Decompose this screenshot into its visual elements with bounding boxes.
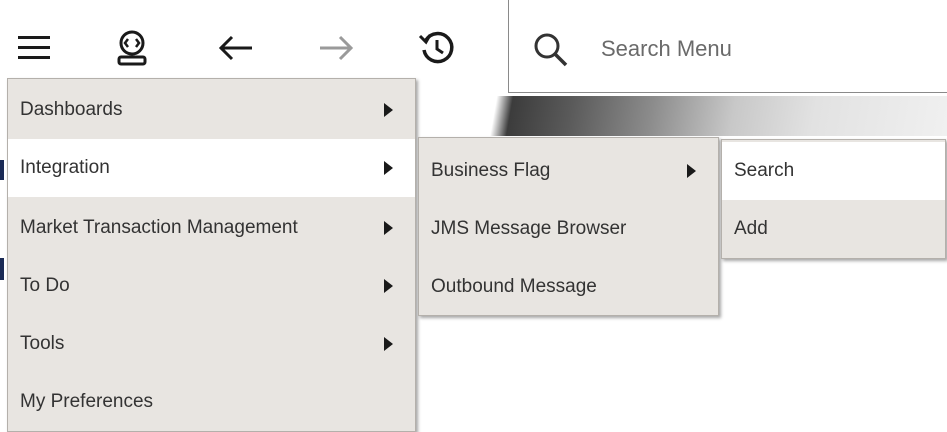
user-badge-icon[interactable] (106, 22, 158, 74)
forward-arrow-icon[interactable] (310, 22, 362, 74)
search-icon[interactable] (531, 30, 571, 70)
submenu-arrow-icon (687, 164, 696, 178)
submenu-arrow-icon (384, 337, 393, 351)
search-box (508, 0, 947, 93)
menu-item-add[interactable]: Add (722, 200, 945, 258)
business-flag-submenu: Search Add (721, 139, 946, 259)
submenu-arrow-icon (384, 221, 393, 235)
menu-item-search[interactable]: Search (722, 142, 945, 200)
hamburger-icon[interactable] (8, 22, 60, 74)
history-icon[interactable] (411, 22, 463, 74)
submenu-arrow-icon (384, 279, 393, 293)
menu-item-my-preferences[interactable]: My Preferences (8, 373, 415, 431)
background-decor (0, 258, 4, 280)
back-arrow-icon[interactable] (210, 22, 262, 74)
menu-item-business-flag[interactable]: Business Flag (419, 142, 718, 200)
background-decor (0, 160, 4, 180)
menu-item-market-transaction-management[interactable]: Market Transaction Management (8, 199, 415, 257)
main-menu: Dashboards Integration Market Transactio… (7, 78, 416, 432)
menu-item-jms-message-browser[interactable]: JMS Message Browser (419, 200, 718, 258)
menu-item-outbound-message[interactable]: Outbound Message (419, 258, 718, 316)
submenu-arrow-icon (384, 103, 393, 117)
submenu-arrow-icon (384, 161, 393, 175)
integration-submenu: Business Flag JMS Message Browser Outbou… (418, 137, 719, 316)
menu-item-tools[interactable]: Tools (8, 315, 415, 373)
menu-item-integration[interactable]: Integration (8, 139, 415, 197)
menu-item-to-do[interactable]: To Do (8, 257, 415, 315)
background-banner-image (410, 96, 947, 136)
menu-item-dashboards[interactable]: Dashboards (8, 81, 415, 139)
search-input[interactable] (599, 26, 933, 72)
